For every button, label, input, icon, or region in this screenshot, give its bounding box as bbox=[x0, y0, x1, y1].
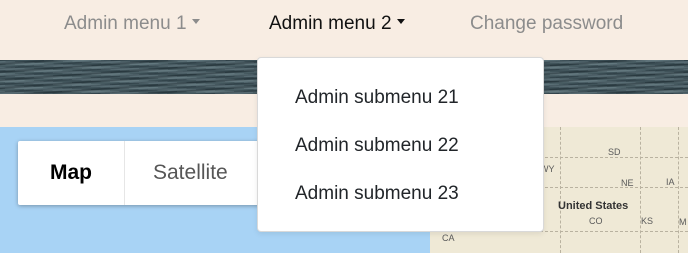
state-border bbox=[540, 187, 688, 188]
map-label-ks: KS bbox=[641, 216, 654, 226]
map-label-ne: NE bbox=[621, 178, 634, 188]
nav-admin-menu-2-label: Admin menu 2 bbox=[269, 13, 392, 34]
caret-down-icon bbox=[396, 19, 405, 25]
map-label-ca: CA bbox=[442, 233, 455, 243]
map-type-control: Map Satellite bbox=[18, 141, 268, 205]
map-label-co: CO bbox=[589, 216, 603, 226]
dropdown-item-admin-submenu-22[interactable]: Admin submenu 22 bbox=[295, 135, 459, 157]
dropdown-item-admin-submenu-23[interactable]: Admin submenu 23 bbox=[295, 183, 459, 205]
map-type-satellite-button[interactable]: Satellite bbox=[125, 141, 228, 205]
map-label-ia: IA bbox=[666, 177, 675, 187]
map-label-country: United States bbox=[558, 200, 629, 212]
nav-admin-menu-1-label: Admin menu 1 bbox=[64, 13, 187, 34]
state-border bbox=[640, 127, 641, 253]
dropdown-item-admin-submenu-21[interactable]: Admin submenu 21 bbox=[295, 87, 459, 109]
nav-admin-menu-1[interactable]: Admin menu 1 bbox=[64, 13, 200, 35]
state-border bbox=[560, 127, 561, 253]
map-label-sd: SD bbox=[608, 147, 621, 157]
map-label-mn: MN bbox=[650, 127, 664, 129]
map-label-m: M bbox=[679, 217, 687, 227]
state-border bbox=[678, 127, 679, 253]
nav-admin-menu-2[interactable]: Admin menu 2 bbox=[269, 13, 405, 35]
map-type-map-button[interactable]: Map bbox=[18, 141, 125, 205]
nav-change-password-label: Change password bbox=[470, 13, 624, 34]
nav-change-password[interactable]: Change password bbox=[470, 13, 623, 35]
top-navbar: Admin menu 1 Admin menu 2 Change passwor… bbox=[0, 0, 688, 56]
caret-down-icon bbox=[191, 19, 200, 25]
admin-menu-2-dropdown: Admin submenu 21 Admin submenu 22 Admin … bbox=[257, 57, 544, 232]
